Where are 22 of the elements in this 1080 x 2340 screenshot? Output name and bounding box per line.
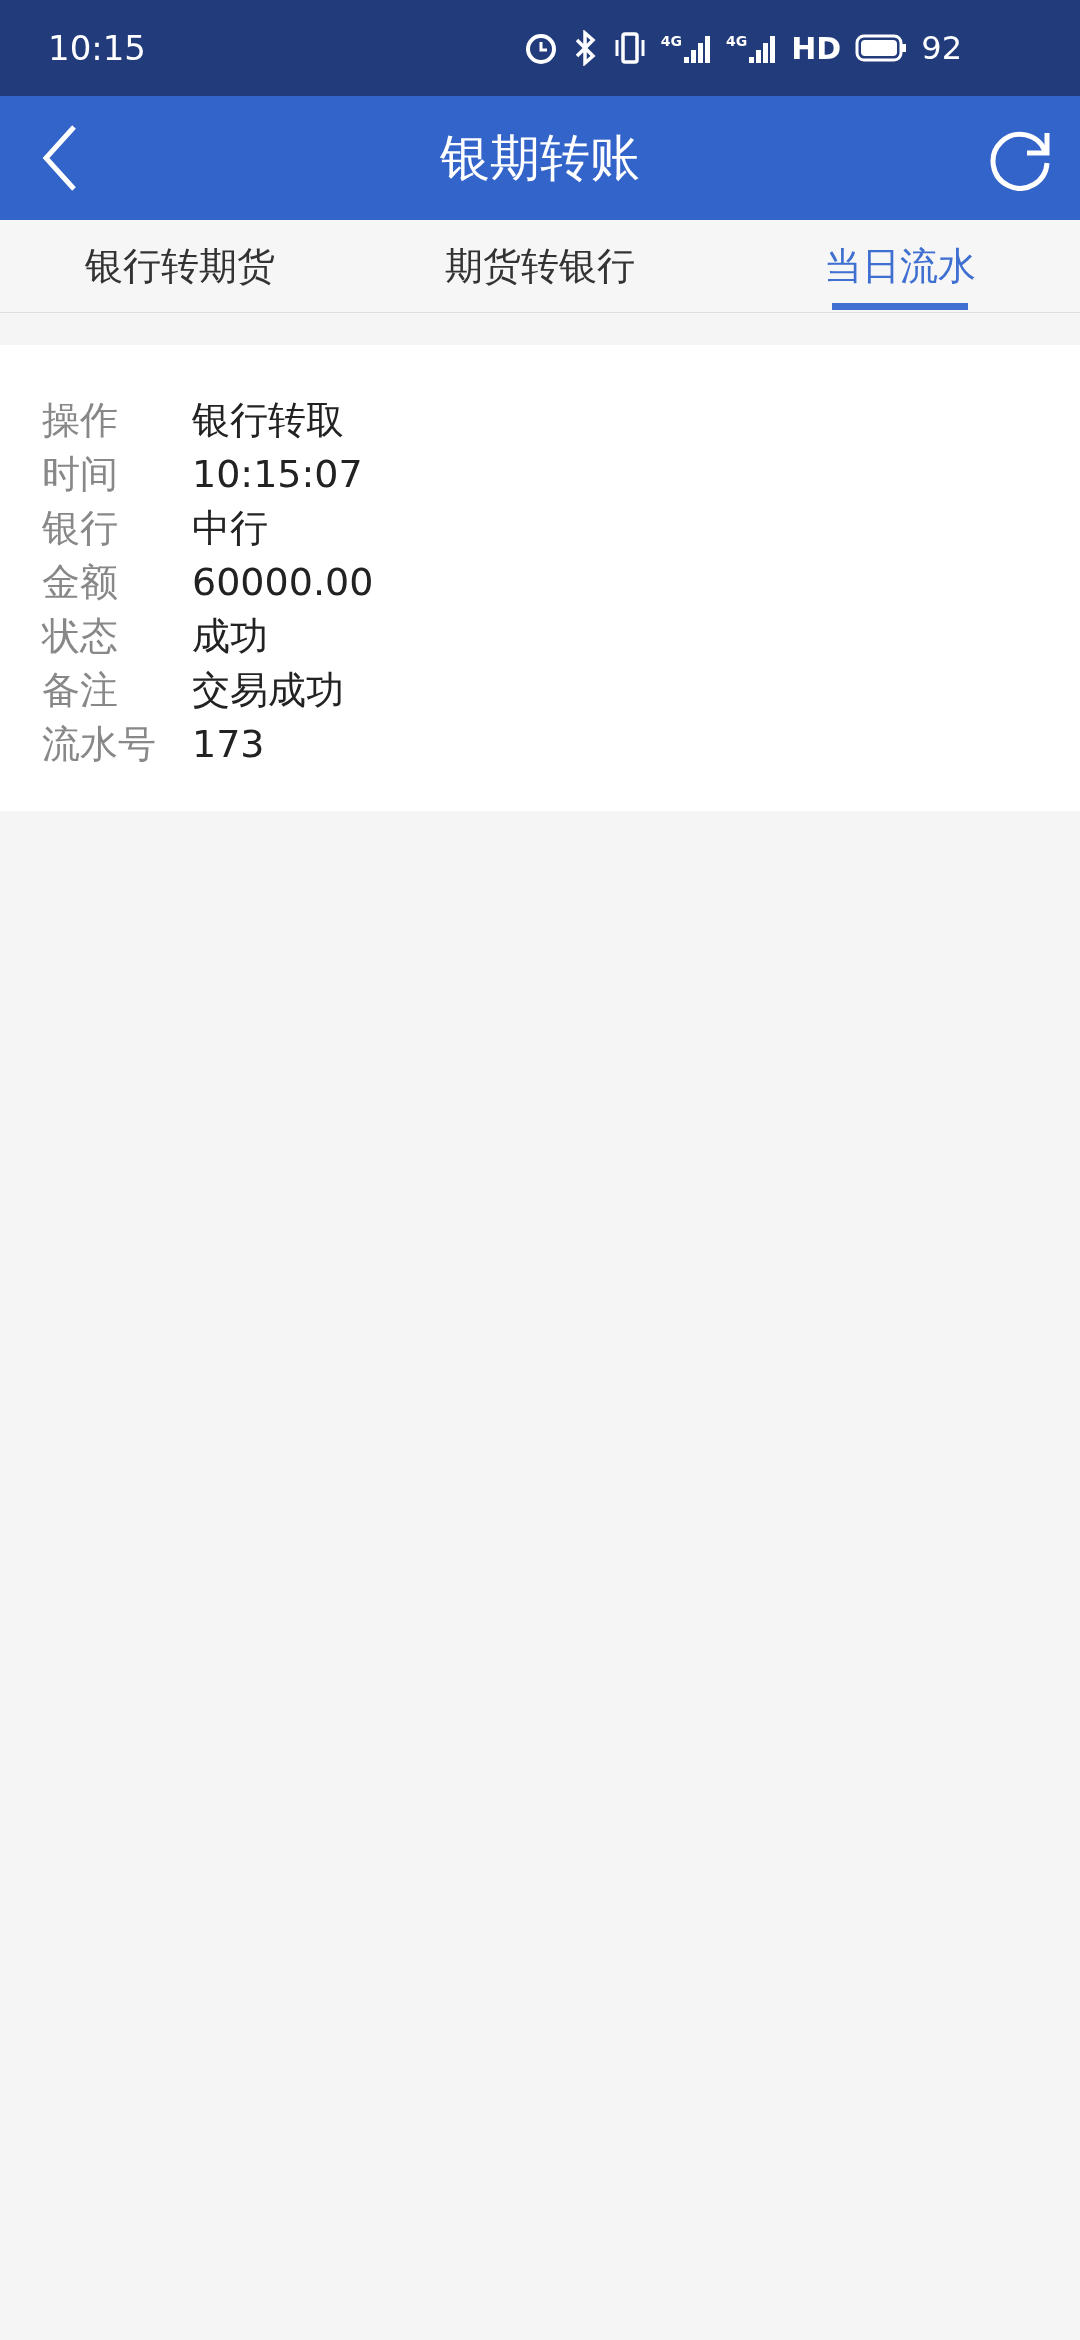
tab[interactable]: 当日流水	[720, 220, 1080, 312]
battery-level: 92	[921, 29, 962, 67]
hd-label: HD	[791, 30, 842, 66]
field-label: 状态	[42, 613, 119, 660]
field-label: 流水号	[42, 721, 157, 768]
field-value: 成功	[192, 613, 269, 660]
field-value: 10:15:07	[192, 451, 364, 498]
field-value: 173	[192, 721, 266, 768]
field-label: 银行	[42, 505, 119, 552]
field-value: 60000.00	[192, 559, 374, 606]
status-time: 10:15	[48, 28, 147, 68]
field-label: 操作	[42, 397, 119, 444]
battery-icon	[855, 33, 908, 63]
field-label: 金额	[42, 559, 119, 606]
field-value: 中行	[192, 505, 269, 552]
field-value: 交易成功	[192, 667, 345, 714]
field-label: 备注	[42, 667, 119, 714]
tab[interactable]: 期货转银行	[360, 220, 720, 312]
page-title: 银期转账	[440, 127, 640, 189]
field-label: 时间	[42, 451, 119, 498]
tab[interactable]: 银行转期货	[0, 220, 360, 312]
field-value: 银行转取	[192, 397, 345, 444]
